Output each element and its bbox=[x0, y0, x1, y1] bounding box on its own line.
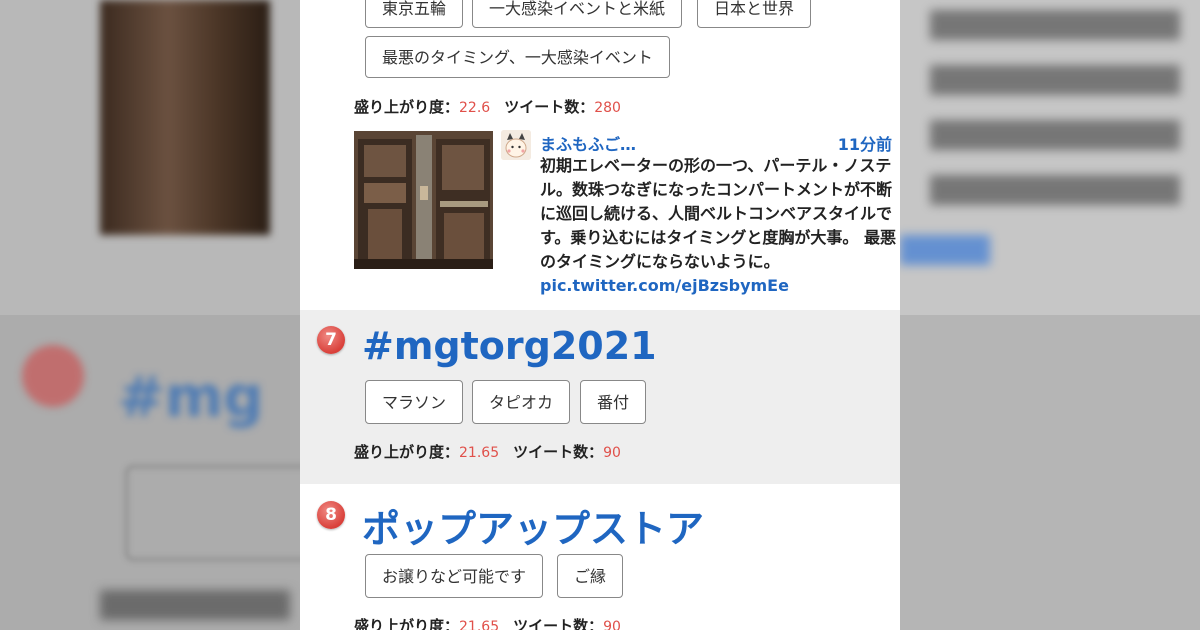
tag-chip[interactable]: お譲りなど可能です bbox=[365, 554, 544, 598]
trend-item-8: 8 ポップアップストア お譲りなど可能です ご縁 盛り上がり度：21.65 ツイー… bbox=[300, 484, 900, 630]
tweet-text: 初期エレベーターの形の一つ、パーテル・ノステル。数珠つなぎになったコンパートメン… bbox=[540, 154, 896, 298]
tweets-label: ツイート数： bbox=[513, 443, 604, 461]
tag-chip[interactable]: タピオカ bbox=[472, 380, 571, 424]
tweets-label: ツイート数： bbox=[513, 617, 604, 630]
tag-chip[interactable]: 最悪のタイミング、一大感染イベント bbox=[365, 36, 670, 78]
heat-label: 盛り上がり度： bbox=[354, 443, 460, 461]
blurred-tweet-text bbox=[930, 10, 1180, 220]
trend-list: 東京五輪 一大感染イベントと米紙 日本と世界 最悪のタイミング、一大感染イベント… bbox=[300, 0, 900, 630]
tweets-value: 90 bbox=[603, 445, 621, 461]
avatar[interactable] bbox=[501, 130, 531, 160]
rank-badge: 7 bbox=[317, 326, 345, 354]
tweet-link[interactable]: pic.twitter.com/ejBzsbymEe bbox=[540, 276, 789, 295]
trend-item-6: 東京五輪 一大感染イベントと米紙 日本と世界 最悪のタイミング、一大感染イベント… bbox=[300, 0, 900, 310]
trend-stats: 盛り上がり度：22.6 ツイート数：280 bbox=[354, 96, 621, 117]
tweet-body: 初期エレベーターの形の一つ、パーテル・ノステル。数珠つなぎになったコンパートメン… bbox=[540, 156, 896, 271]
heat-value: 21.65 bbox=[459, 619, 500, 630]
tag-chip[interactable]: 一大感染イベントと米紙 bbox=[472, 0, 683, 28]
trend-title[interactable]: #mgtorg2021 bbox=[362, 324, 657, 368]
tweet-photo[interactable] bbox=[354, 131, 493, 269]
heat-value: 22.6 bbox=[459, 100, 491, 116]
tag-chip[interactable]: マラソン bbox=[365, 380, 464, 424]
trend-stats: 盛り上がり度：21.65 ツイート数：90 bbox=[354, 615, 621, 630]
tag-chip[interactable]: ご縁 bbox=[557, 554, 624, 598]
heat-label: 盛り上がり度： bbox=[354, 617, 460, 630]
tag-chip[interactable]: 日本と世界 bbox=[697, 0, 812, 28]
heat-label: 盛り上がり度： bbox=[354, 98, 460, 116]
tweet-time[interactable]: 11分前 bbox=[820, 131, 892, 155]
rank-badge: 8 bbox=[317, 501, 345, 529]
heat-value: 21.65 bbox=[459, 445, 500, 461]
blurred-photo bbox=[100, 0, 270, 235]
tag-chip[interactable]: 番付 bbox=[580, 380, 647, 424]
trend-stats: 盛り上がり度：21.65 ツイート数：90 bbox=[354, 441, 621, 462]
blurred-link bbox=[900, 235, 990, 265]
tag-chip[interactable]: 東京五輪 bbox=[365, 0, 464, 28]
tweets-value: 90 bbox=[603, 619, 621, 630]
tweet-username[interactable]: まふもふご… bbox=[540, 131, 636, 155]
tweets-label: ツイート数： bbox=[504, 98, 595, 116]
trend-title[interactable]: ポップアップストア bbox=[362, 498, 704, 553]
tweets-value: 280 bbox=[594, 100, 621, 116]
trend-item-7: 7 #mgtorg2021 マラソン タピオカ 番付 盛り上がり度：21.65 ツ… bbox=[300, 310, 900, 484]
